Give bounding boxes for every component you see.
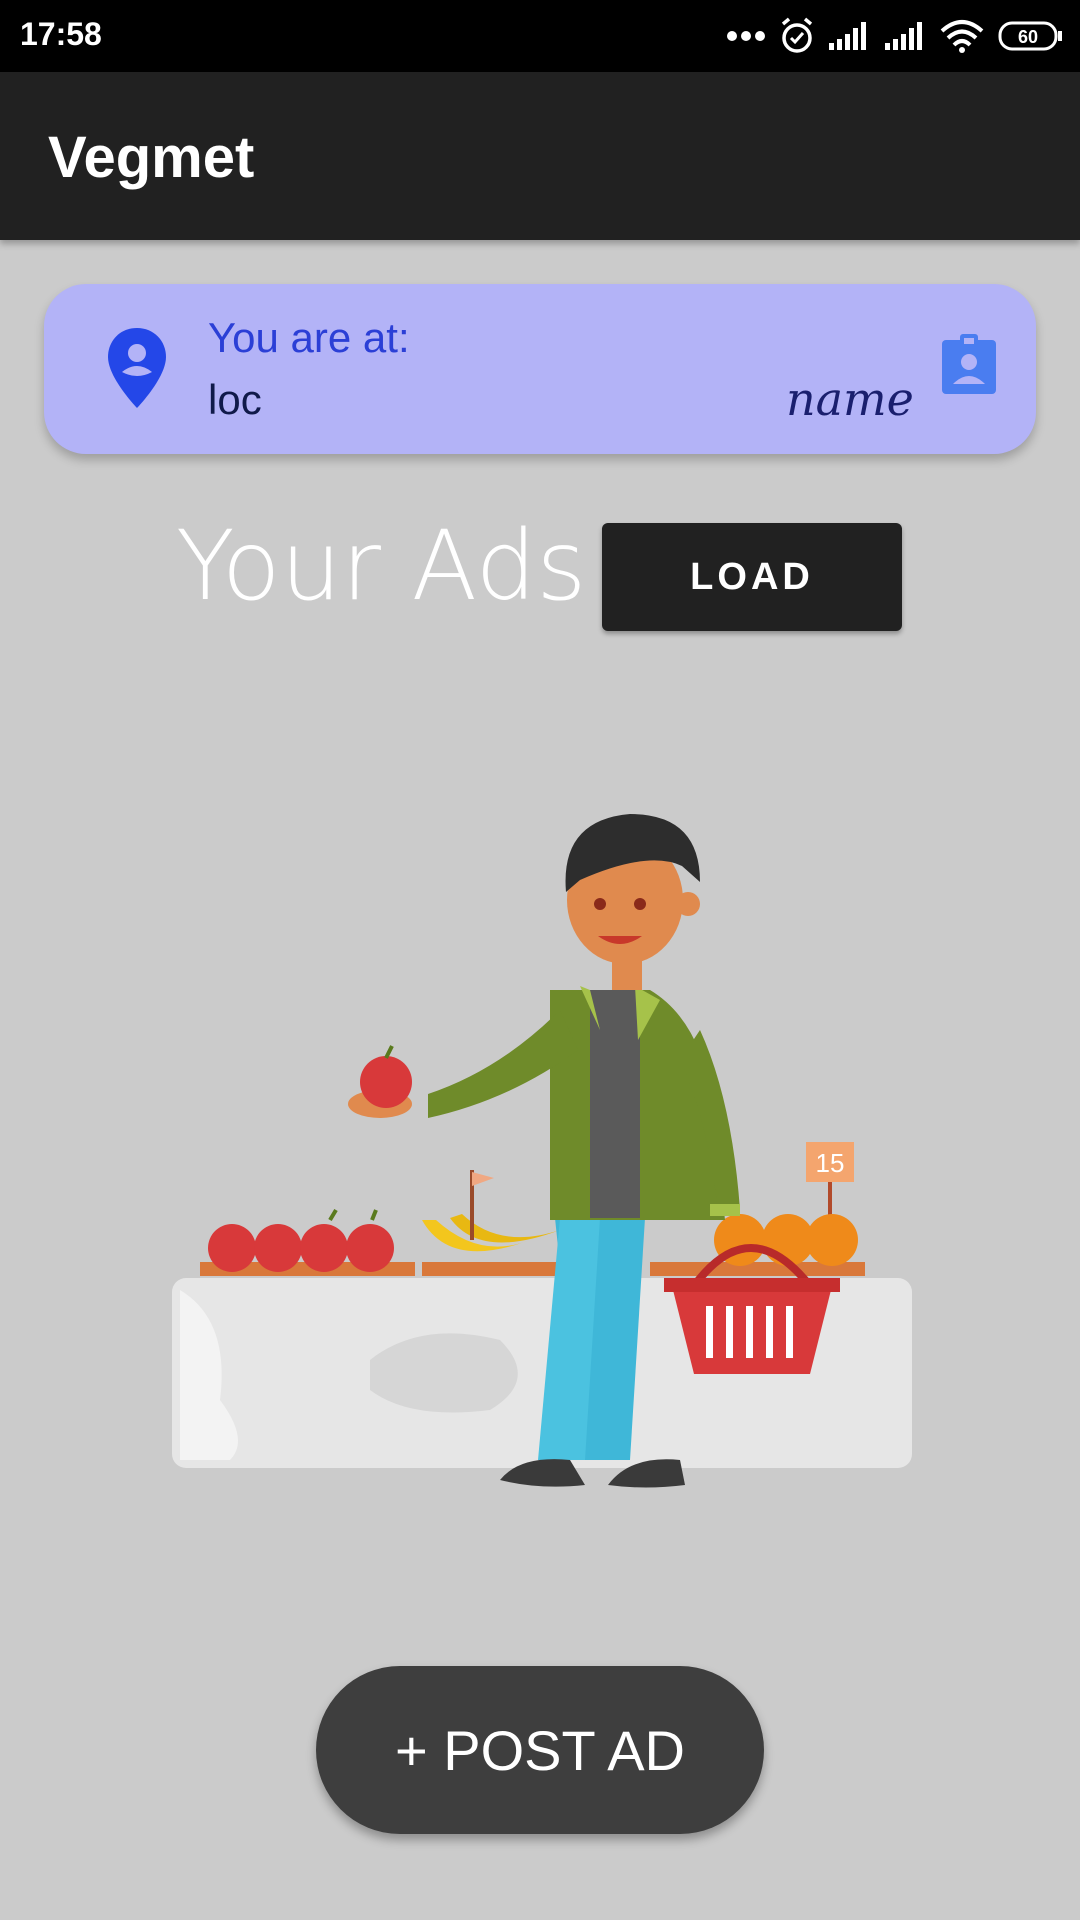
location-value: loc	[208, 376, 262, 423]
signal-icon	[885, 22, 922, 50]
post-ad-button[interactable]: + POST AD	[316, 1666, 764, 1834]
alarm-icon	[781, 17, 813, 53]
wifi-icon	[940, 20, 984, 53]
price-sign: 15	[816, 1148, 845, 1178]
location-heading: You are at:	[208, 314, 410, 361]
app-bar: Vegmet	[0, 72, 1080, 240]
your-ads-title: Your Ads	[176, 510, 587, 622]
shopper-illustration: 15	[172, 814, 912, 1488]
status-time: 17:58	[20, 16, 102, 52]
more-dots-icon	[727, 31, 765, 41]
status-bar: 17:58 60	[0, 0, 1080, 72]
app-title: Vegmet	[48, 125, 255, 190]
location-card: You are at: loc name	[44, 284, 1036, 454]
status-icons: 60	[726, 14, 1064, 58]
load-button[interactable]: LOAD	[602, 523, 902, 631]
contact-badge-icon[interactable]	[940, 332, 998, 396]
location-pin-icon	[108, 328, 166, 408]
battery-level: 60	[1018, 27, 1038, 47]
battery-icon: 60	[998, 21, 1062, 51]
signal-icon	[829, 22, 866, 50]
user-name: name	[786, 372, 914, 426]
